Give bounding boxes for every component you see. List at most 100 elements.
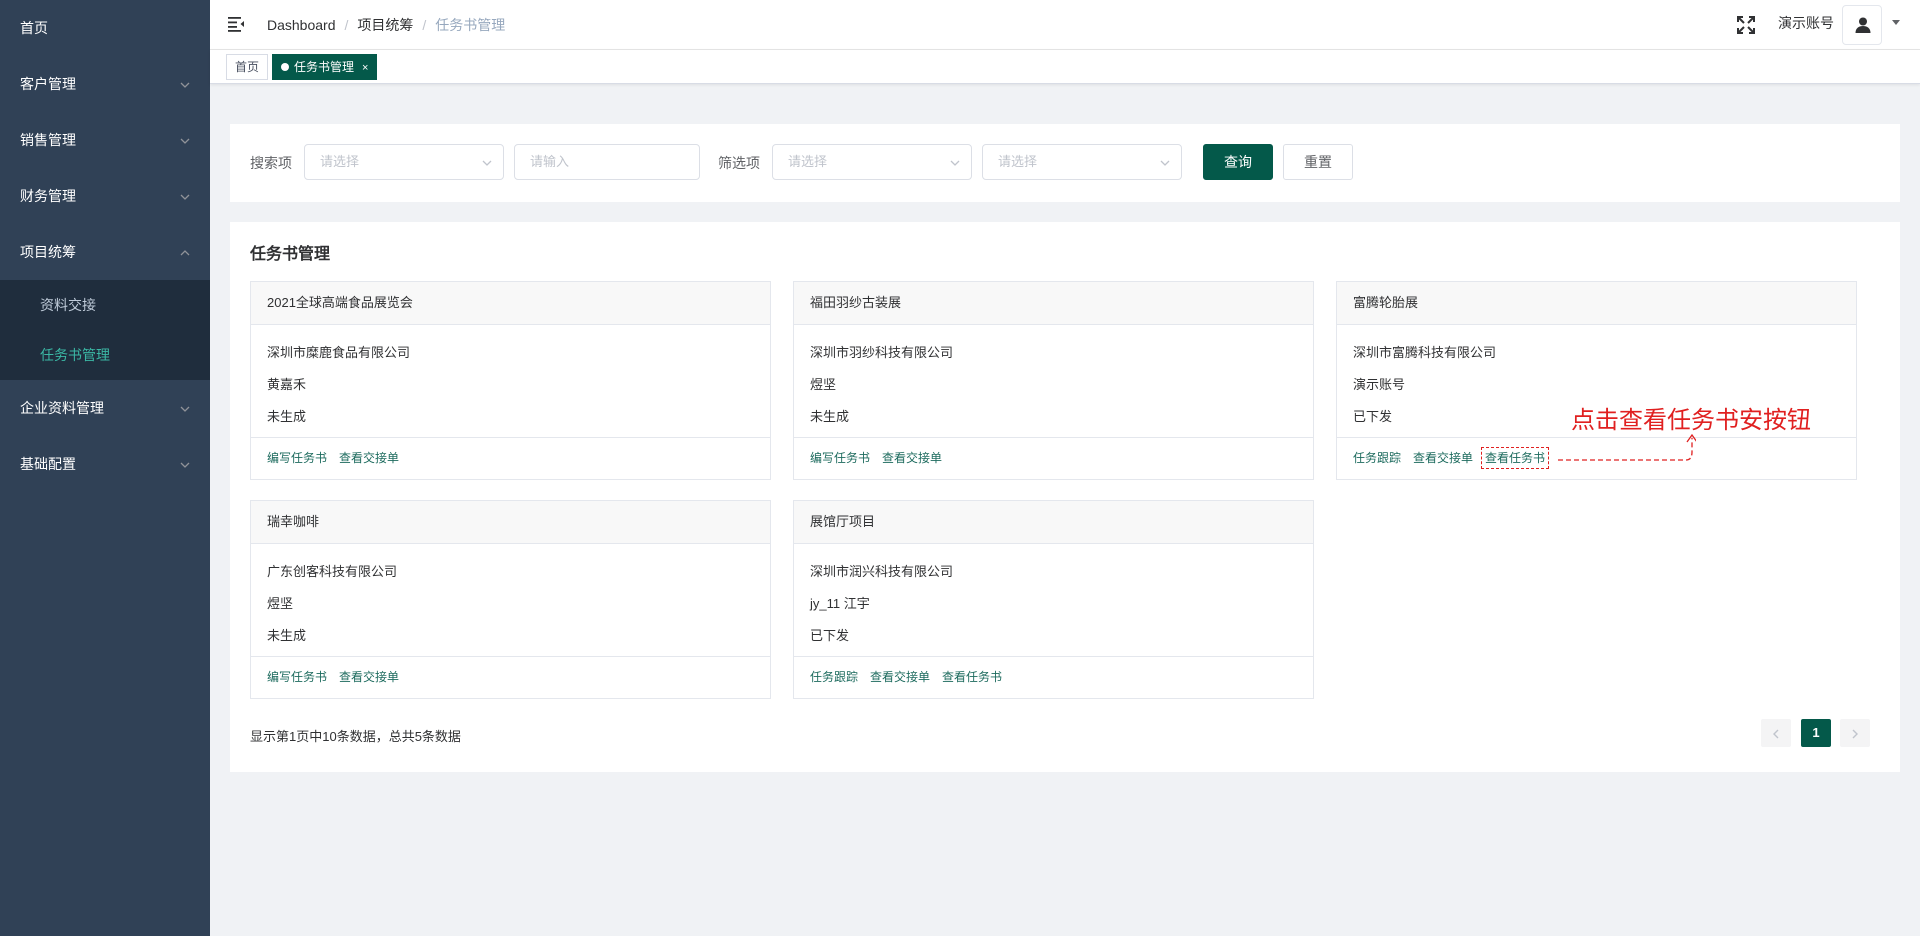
task-card-company: 深圳市糜鹿食品有限公司 — [267, 345, 411, 360]
hamburger-icon[interactable] — [227, 15, 245, 33]
tags-view: 首页 任务书管理 × — [210, 50, 1920, 84]
task-card: 瑞幸咖啡 广东创客科技有限公司 煜坚 未生成 编写任务书 查看交接单 — [250, 500, 771, 699]
task-card: 2021全球高端食品展览会 深圳市糜鹿食品有限公司 黄嘉禾 未生成 编写任务书查… — [250, 281, 771, 480]
breadcrumb-current: 任务书管理 — [435, 17, 506, 33]
select-placeholder: 请选择 — [320, 154, 360, 169]
chevron-down-icon — [180, 112, 190, 168]
breadcrumb-project[interactable]: 项目统筹 — [357, 17, 413, 33]
chevron-down-icon — [180, 380, 190, 436]
write-task-book-link[interactable]: 编写任务书 — [810, 451, 870, 465]
chevron-down-icon — [180, 168, 190, 224]
task-card-title: 2021全球高端食品展览会 — [251, 282, 770, 325]
task-card-title: 瑞幸咖啡 — [251, 501, 770, 544]
sidebar-item-enterprise[interactable]: 企业资料管理 — [0, 380, 210, 436]
view-task-book-link[interactable]: 查看任务书 — [942, 670, 1002, 684]
task-tracking-link[interactable]: 任务跟踪 — [1353, 451, 1401, 465]
query-button[interactable]: 查询 — [1203, 144, 1273, 180]
sidebar-item-label: 企业资料管理 — [20, 400, 104, 416]
breadcrumb-dashboard[interactable]: Dashboard — [267, 17, 336, 33]
page-number-current[interactable]: 1 — [1801, 719, 1831, 747]
pagination-summary: 显示第1页中10条数据，总共5条数据 — [250, 729, 461, 744]
view-handover-link[interactable]: 查看交接单 — [339, 451, 399, 465]
search-field-select[interactable]: 请选择 — [304, 144, 504, 180]
task-card-person: 煜坚 — [810, 377, 837, 392]
filter-select-1[interactable]: 请选择 — [772, 144, 972, 180]
task-card-person: jy_11 江宇 — [810, 596, 870, 611]
active-dot-icon — [281, 63, 289, 71]
view-task-book-link[interactable]: 查看任务书 — [1481, 447, 1550, 469]
annotation-text: 点击查看任务书安按钮 — [1571, 407, 1811, 434]
sidebar-item-label: 基础配置 — [20, 456, 76, 472]
prev-page-button[interactable] — [1761, 719, 1791, 747]
write-task-book-link[interactable]: 编写任务书 — [267, 670, 327, 684]
chevron-down-icon — [180, 436, 190, 492]
task-card-title: 展馆厅项目 — [794, 501, 1313, 544]
sub-menu-project: 资料交接 任务书管理 — [0, 280, 210, 380]
search-panel: 搜索项 请选择 请输入 筛选项 请选择 请选择 查询 重置 — [230, 124, 1900, 202]
task-card-status: 未生成 — [810, 409, 850, 424]
fullscreen-icon[interactable] — [1736, 15, 1756, 35]
view-handover-link[interactable]: 查看交接单 — [870, 670, 930, 684]
chevron-down-icon — [180, 56, 190, 112]
chevron-right-icon — [1852, 729, 1858, 739]
caret-down-icon[interactable] — [1892, 20, 1900, 25]
next-page-button[interactable] — [1840, 719, 1870, 747]
input-placeholder: 请输入 — [530, 154, 570, 169]
page-title: 任务书管理 — [250, 246, 331, 263]
search-label: 搜索项 — [250, 155, 292, 171]
tag-home[interactable]: 首页 — [226, 54, 269, 80]
reset-button[interactable]: 重置 — [1283, 144, 1353, 180]
sidebar-item-handover[interactable]: 资料交接 — [0, 280, 210, 330]
filter-label: 筛选项 — [718, 155, 760, 171]
chevron-down-icon — [481, 145, 493, 179]
view-handover-link[interactable]: 查看交接单 — [339, 670, 399, 684]
sidebar-item-label: 项目统筹 — [20, 244, 76, 260]
avatar[interactable] — [1842, 5, 1882, 45]
chevron-left-icon — [1773, 729, 1779, 739]
chevron-down-icon — [1159, 145, 1171, 179]
task-book-panel: 任务书管理 2021全球高端食品展览会 深圳市糜鹿食品有限公司 黄嘉禾 未生成 … — [230, 222, 1900, 772]
select-placeholder: 请选择 — [788, 154, 828, 169]
tag-label: 任务书管理 — [294, 60, 355, 74]
sidebar-item-project[interactable]: 项目统筹 — [0, 224, 210, 280]
sidebar-item-finance[interactable]: 财务管理 — [0, 168, 210, 224]
task-card-title: 福田羽纱古装展 — [794, 282, 1313, 325]
tag-label: 首页 — [235, 60, 260, 74]
sidebar-item-label: 资料交接 — [40, 297, 96, 313]
select-placeholder: 请选择 — [998, 154, 1038, 169]
sidebar-item-label: 首页 — [20, 20, 48, 36]
task-card-status: 未生成 — [267, 628, 307, 643]
sidebar-item-config[interactable]: 基础配置 — [0, 436, 210, 492]
task-card-title: 富腾轮胎展 — [1337, 282, 1856, 325]
task-card-person: 黄嘉禾 — [267, 377, 307, 392]
task-card: 展馆厅项目 深圳市润兴科技有限公司 jy_11 江宇 已下发 任务跟踪 查看交接单… — [793, 500, 1314, 699]
annotation-arrow-icon — [1558, 433, 1696, 461]
breadcrumb: Dashboard / 项目统筹 / 任务书管理 — [267, 17, 506, 33]
chevron-up-icon — [180, 224, 190, 280]
tag-task-book[interactable]: 任务书管理 × — [272, 54, 378, 80]
sidebar-item-customers[interactable]: 客户管理 — [0, 56, 210, 112]
task-card-person: 煜坚 — [267, 596, 294, 611]
sidebar: 首页 客户管理 销售管理 财务管理 项目统筹 资料交接 任务书管理 企业资料管理… — [0, 0, 210, 936]
view-handover-link[interactable]: 查看交接单 — [1413, 451, 1473, 465]
sidebar-item-label: 财务管理 — [20, 188, 76, 204]
task-tracking-link[interactable]: 任务跟踪 — [810, 670, 858, 684]
chevron-down-icon — [949, 145, 961, 179]
navbar: Dashboard / 项目统筹 / 任务书管理 演示账号 — [210, 0, 1920, 50]
user-icon — [1855, 17, 1871, 33]
write-task-book-link[interactable]: 编写任务书 — [267, 451, 327, 465]
view-handover-link[interactable]: 查看交接单 — [882, 451, 942, 465]
user-name[interactable]: 演示账号 — [1778, 0, 1834, 46]
sidebar-item-sales[interactable]: 销售管理 — [0, 112, 210, 168]
task-card-company: 深圳市润兴科技有限公司 — [810, 564, 954, 579]
task-card-company: 深圳市羽纱科技有限公司 — [810, 345, 954, 360]
sidebar-item-task-book[interactable]: 任务书管理 — [0, 330, 210, 380]
filter-select-2[interactable]: 请选择 — [982, 144, 1182, 180]
task-card-status: 未生成 — [267, 409, 307, 424]
sidebar-item-home[interactable]: 首页 — [0, 0, 210, 56]
task-card: 福田羽纱古装展 深圳市羽纱科技有限公司 煜坚 未生成 编写任务书 查看交接单 — [793, 281, 1314, 480]
search-input[interactable]: 请输入 — [514, 144, 700, 180]
task-card-status: 已下发 — [810, 628, 850, 643]
close-icon[interactable]: × — [362, 62, 368, 74]
task-card-company: 深圳市富腾科技有限公司 — [1353, 345, 1497, 360]
